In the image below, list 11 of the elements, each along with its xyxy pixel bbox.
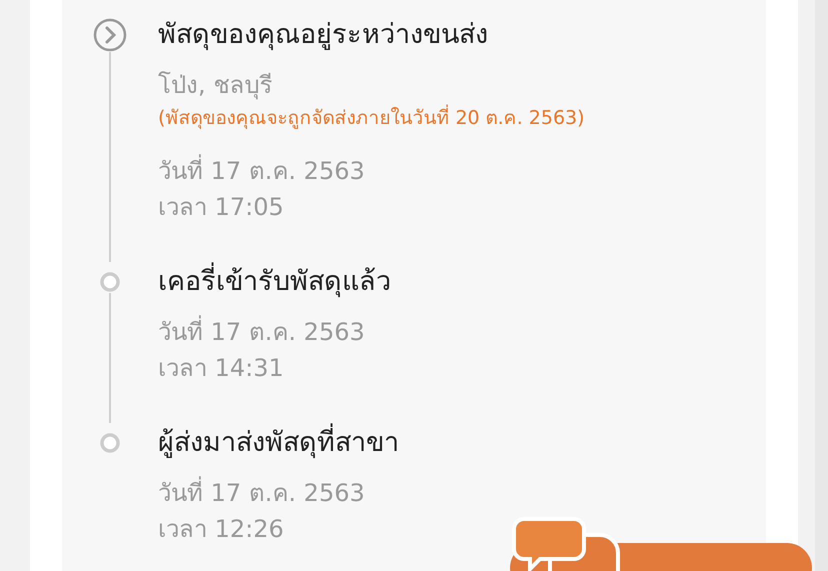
date-text: วันที่ 17 ต.ค. 2563 [158, 314, 391, 350]
location-text: โป่ง, ชลบุรี [158, 70, 274, 102]
status-title: เคอรี่เข้ารับพัสดุแล้ว [158, 262, 391, 302]
date-text: วันที่ 17 ต.ค. 2563 [158, 475, 399, 511]
time-text: เวลา 17:05 [158, 192, 285, 223]
status-title: ผู้ส่งมาส่งพัสดุที่สาขา [158, 423, 399, 463]
time-text: เวลา 12:26 [158, 514, 285, 545]
status-title: พัสดุของคุณอยู่ระหว่างขนส่ง [158, 18, 489, 52]
date-text: วันที่ 17 ต.ค. 2563 [158, 153, 585, 189]
time-text: เวลา 14:31 [158, 353, 285, 384]
delivery-note: (พัสดุของคุณจะถูกจัดส่งภายในวันที่ 20 ต.ค. 2563) [158, 103, 585, 133]
